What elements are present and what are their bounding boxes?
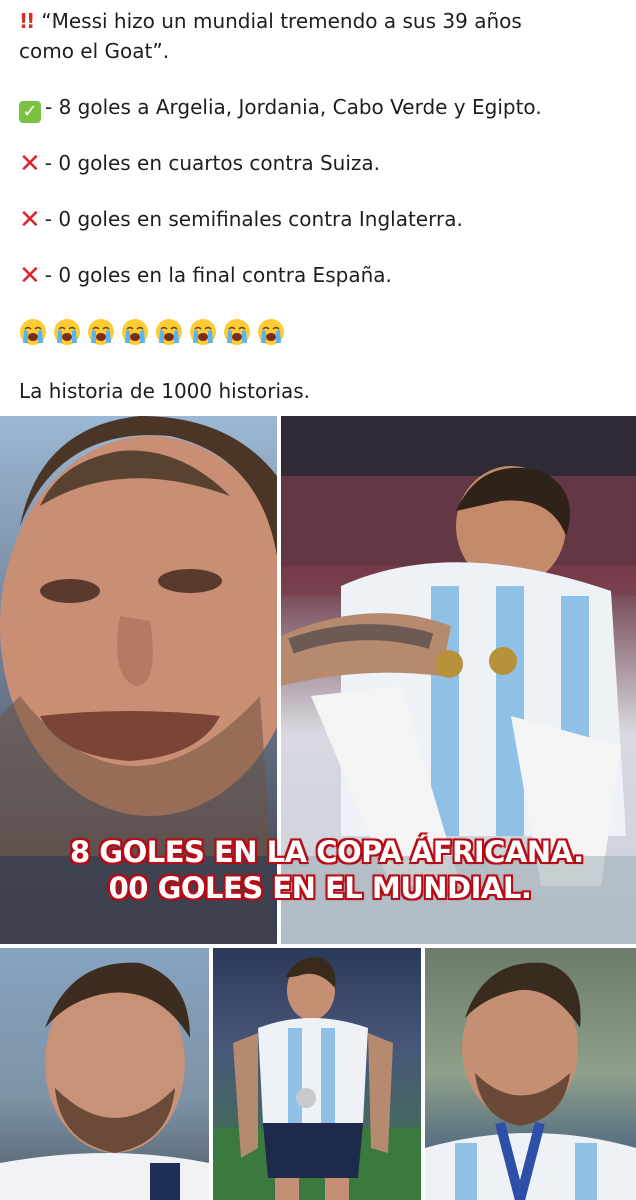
post-closing-line: La historia de 1000 historias. [19,378,310,404]
post-line-2: ✓ - 8 goles a Argelia, Jordania, Cabo Ver… [19,94,542,123]
post-text: !! “Messi hizo un mundial tremendo a sus … [0,0,636,416]
post-line-5: ✕ - 0 goles en la final contra España. [19,262,392,289]
crying-emoji-row [19,318,291,348]
cross-mark-icon: ✕ [19,205,41,235]
loudly-crying-face-icon [257,318,285,346]
post-line-1b-text: como el Goat”. [19,39,170,63]
post-line-1b: como el Goat”. [19,38,169,64]
photo-standing-with-medal[interactable] [213,948,421,1200]
photo-standing-with-medal-art [213,957,421,1200]
loudly-crying-face-icon [53,318,81,346]
cross-mark-icon: ✕ [19,261,41,291]
post-line-5-text: - 0 goles en la final contra España. [44,263,392,287]
loudly-crying-face-icon [223,318,251,346]
post-line-2-text: - 8 goles a Argelia, Jordania, Cabo Verd… [45,95,542,119]
photo-emotional-with-lanyard-art [425,962,636,1200]
post-closing-text: La historia de 1000 historias. [19,379,311,403]
post-line-4: ✕ - 0 goles en semifinales contra Inglate… [19,206,463,233]
post-line-1a-text: “Messi hizo un mundial tremendo a sus 39… [41,9,522,33]
post-line-1: !! “Messi hizo un mundial tremendo a sus … [19,8,522,34]
cross-mark-icon: ✕ [19,149,41,179]
loudly-crying-face-icon [121,318,149,346]
photo-tearful-portrait[interactable] [0,948,209,1200]
image-caption: 8 GOLES EN LA COPA ÁFRICANA. 00 GOLES EN… [70,834,584,906]
photo-emotional-with-lanyard[interactable] [425,948,636,1200]
photo-tearful-portrait-art [0,962,209,1200]
check-mark-icon: ✓ [19,101,41,123]
caption-line-2: 00 GOLES EN EL MUNDIAL. [108,871,532,905]
loudly-crying-face-icon [189,318,217,346]
post-line-3: ✕ - 0 goles en cuartos contra Suiza. [19,150,380,177]
loudly-crying-face-icon [87,318,115,346]
caption-line-1: 8 GOLES EN LA COPA ÁFRICANA. [70,835,584,869]
loudly-crying-face-icon [19,318,47,346]
post-line-4-text: - 0 goles en semifinales contra Inglater… [44,207,463,231]
loudly-crying-face-icon [155,318,183,346]
post-line-3-text: - 0 goles en cuartos contra Suiza. [44,151,380,175]
double-exclamation-icon: !! [19,9,35,33]
photo-collage[interactable]: 8 GOLES EN LA COPA ÁFRICANA. 00 GOLES EN… [0,416,636,1200]
